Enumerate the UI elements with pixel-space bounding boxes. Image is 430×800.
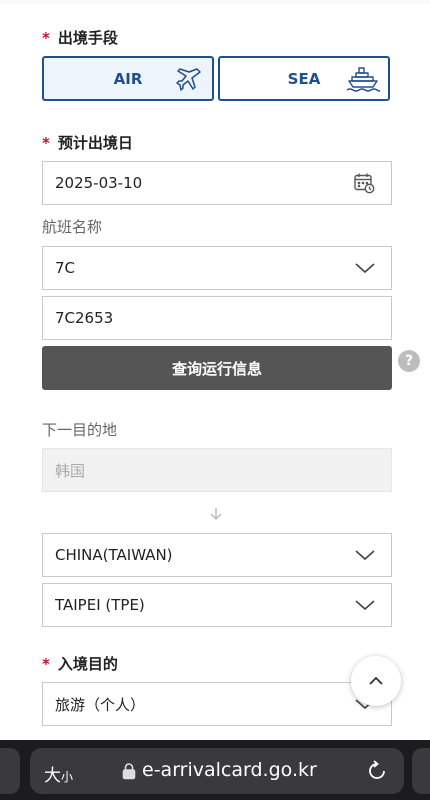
exit-method-sea-button[interactable]: SEA — [218, 56, 390, 101]
help-icon[interactable]: ? — [398, 350, 420, 372]
chevron-down-icon — [355, 547, 375, 567]
url-text: e-arrivalcard.go.kr — [142, 759, 317, 781]
previous-tab-edge[interactable] — [0, 748, 20, 794]
flight-name-label: 航班名称 — [42, 216, 102, 237]
sea-label: SEA — [287, 69, 321, 88]
origin-country-value: 韩国 — [55, 461, 86, 480]
exit-method-air-button[interactable]: AIR — [42, 56, 214, 101]
entry-purpose-label-text: 入境目的 — [57, 655, 118, 673]
airline-select[interactable]: 7C — [42, 246, 392, 290]
address-bar[interactable]: 大小 e-arrivalcard.go.kr — [30, 748, 404, 794]
flight-name-label-text: 航班名称 — [42, 218, 103, 236]
exit-date-label-text: 预计出境日 — [57, 134, 133, 152]
top-edge — [0, 0, 430, 4]
airline-value: 7C — [55, 259, 76, 277]
next-tab-edge[interactable] — [412, 748, 430, 794]
exit-date-field[interactable]: 2025-03-10 — [42, 161, 392, 205]
flight-number-input[interactable]: 7C2653 — [42, 296, 392, 340]
airplane-icon — [176, 66, 202, 96]
text-size-small: 小 — [61, 770, 74, 784]
ship-icon — [346, 67, 381, 97]
reload-icon[interactable] — [366, 760, 388, 786]
required-mark: * — [42, 133, 50, 152]
next-destination-label: 下一目的地 — [42, 419, 117, 440]
destination-city-value: TAIPEI (TPE) — [55, 596, 145, 614]
chevron-down-icon — [355, 597, 375, 617]
entry-purpose-select[interactable]: 旅游（个人） — [42, 682, 392, 726]
chevron-up-icon — [368, 672, 384, 691]
next-destination-label-text: 下一目的地 — [42, 421, 118, 439]
chevron-down-icon — [355, 260, 375, 280]
lock-icon — [122, 762, 136, 784]
arrow-down-icon — [209, 506, 223, 525]
exit-method-label-text: 出境手段 — [57, 29, 118, 47]
entry-purpose-value: 旅游（个人） — [55, 695, 146, 714]
scroll-to-top-button[interactable] — [351, 656, 401, 706]
origin-country-field: 韩国 — [42, 448, 392, 492]
destination-country-select[interactable]: CHINA(TAIWAN) — [42, 533, 392, 577]
destination-city-select[interactable]: TAIPEI (TPE) — [42, 583, 392, 627]
query-flight-info-button[interactable]: 查询运行信息 — [42, 346, 392, 390]
exit-method-label: * 出境手段 — [42, 27, 118, 48]
exit-date-label: * 预计出境日 — [42, 132, 133, 153]
exit-date-value: 2025-03-10 — [55, 174, 143, 192]
flight-number-value: 7C2653 — [55, 309, 114, 327]
browser-toolbar: 大小 e-arrivalcard.go.kr — [0, 740, 430, 800]
arrival-card-form: * 出境手段 AIR SEA * 预计出境日 2025-03-10 航班名称 7… — [0, 0, 430, 800]
entry-purpose-label: * 入境目的 — [42, 653, 118, 674]
text-size-button[interactable]: 大小 — [44, 761, 73, 786]
calendar-icon[interactable] — [353, 172, 375, 198]
air-label: AIR — [113, 69, 143, 88]
required-mark: * — [42, 654, 50, 673]
text-size-large: 大 — [44, 766, 61, 786]
destination-country-value: CHINA(TAIWAN) — [55, 546, 173, 564]
required-mark: * — [42, 28, 50, 47]
